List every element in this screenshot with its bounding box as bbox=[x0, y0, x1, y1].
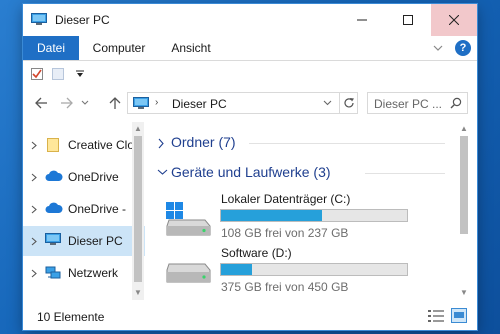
group-divider bbox=[365, 173, 445, 174]
navigation-scrollbar[interactable]: ▲ ▼ bbox=[132, 122, 144, 300]
breadcrumb[interactable]: Dieser PC bbox=[172, 97, 227, 111]
minimize-button[interactable] bbox=[339, 4, 385, 36]
search-input[interactable]: Dieser PC ... bbox=[374, 97, 442, 111]
maximize-icon bbox=[403, 15, 413, 25]
cloud-icon bbox=[45, 169, 63, 186]
tab-view[interactable]: Ansicht bbox=[163, 36, 219, 60]
sidebar-item-label: OneDrive bbox=[68, 170, 119, 184]
sidebar-item-label: Dieser PC bbox=[68, 234, 123, 248]
tab-file[interactable]: Datei bbox=[23, 36, 79, 60]
chevron-down-icon[interactable] bbox=[433, 44, 443, 52]
chevron-right-icon[interactable] bbox=[157, 138, 165, 149]
drive-item-d[interactable]: Software (D:) 375 GB frei von 450 GB bbox=[153, 246, 449, 298]
scroll-down-icon[interactable]: ▼ bbox=[134, 288, 142, 297]
title-bar[interactable]: Dieser PC bbox=[23, 4, 477, 36]
arrow-left-icon bbox=[35, 97, 47, 109]
help-button[interactable]: ? bbox=[455, 40, 471, 56]
arrow-up-icon bbox=[109, 97, 121, 109]
scroll-down-icon[interactable]: ▼ bbox=[460, 288, 468, 297]
breadcrumb-separator-icon[interactable]: › bbox=[155, 97, 158, 108]
drive-name: Software (D:) bbox=[221, 246, 292, 260]
computer-icon bbox=[45, 233, 61, 249]
close-icon bbox=[449, 15, 459, 25]
chevron-right-icon[interactable] bbox=[31, 235, 37, 249]
chevron-down-icon[interactable] bbox=[157, 168, 168, 176]
quick-access-toolbar bbox=[23, 61, 477, 87]
group-divider bbox=[249, 143, 445, 144]
up-button[interactable] bbox=[105, 94, 125, 112]
search-box[interactable]: Dieser PC ... bbox=[367, 92, 468, 114]
maximize-button[interactable] bbox=[385, 4, 431, 36]
back-button[interactable] bbox=[31, 94, 51, 112]
properties-icon[interactable] bbox=[30, 67, 44, 81]
group-header-devices[interactable]: Geräte und Laufwerke (3) bbox=[153, 162, 449, 186]
address-row: › Dieser PC Dieser PC ... bbox=[23, 88, 477, 118]
drive-usage-bar bbox=[220, 263, 408, 276]
scroll-up-icon[interactable]: ▲ bbox=[134, 124, 142, 133]
ribbon: Datei Computer Ansicht ? bbox=[23, 36, 477, 61]
sidebar-item-label: Netzwerk bbox=[68, 266, 119, 280]
chevron-right-icon[interactable] bbox=[31, 203, 37, 217]
sidebar-item-onedrive[interactable]: OneDrive bbox=[23, 162, 145, 192]
sidebar-item-this-pc[interactable]: Dieser PC bbox=[23, 226, 145, 256]
group-label: Geräte und Laufwerke (3) bbox=[171, 164, 331, 180]
customize-toolbar-icon[interactable] bbox=[75, 70, 85, 78]
folder-icon bbox=[45, 137, 61, 156]
sidebar-item-creative-cloud[interactable]: Creative Clo bbox=[23, 130, 145, 160]
chevron-right-icon[interactable] bbox=[31, 267, 37, 281]
group-header-folders[interactable]: Ordner (7) bbox=[153, 132, 449, 156]
sidebar-item-onedrive-business[interactable]: OneDrive - bbox=[23, 194, 145, 224]
drive-usage-fill bbox=[221, 210, 323, 221]
drive-free-space: 108 GB frei von 237 GB bbox=[221, 226, 349, 240]
drive-usage-fill bbox=[221, 264, 253, 275]
status-bar: 10 Elemente bbox=[23, 302, 477, 330]
navigation-pane: Creative Clo OneDrive OneDrive - Dieser … bbox=[23, 122, 145, 300]
close-button[interactable] bbox=[431, 4, 477, 36]
scroll-up-icon[interactable]: ▲ bbox=[460, 124, 468, 133]
arrow-right-icon bbox=[61, 97, 73, 109]
forward-button[interactable] bbox=[57, 94, 77, 112]
drive-name: Lokaler Datenträger (C:) bbox=[221, 192, 351, 206]
content-pane: Ordner (7) Geräte und Laufwerke (3) Loka… bbox=[153, 122, 449, 300]
chevron-right-icon[interactable] bbox=[31, 171, 37, 185]
file-explorer-window: Dieser PC Datei Computer Ansicht ? › Die… bbox=[23, 4, 477, 330]
address-bar[interactable]: › Dieser PC bbox=[127, 92, 358, 114]
sidebar-item-label: OneDrive - bbox=[68, 202, 127, 216]
windows-drive-icon bbox=[166, 202, 211, 236]
drive-usage-bar bbox=[220, 209, 408, 222]
recent-dropdown[interactable] bbox=[79, 94, 91, 112]
hard-drive-icon bbox=[166, 263, 211, 283]
chevron-down-icon bbox=[81, 100, 89, 105]
network-icon bbox=[45, 265, 61, 283]
cloud-icon bbox=[45, 201, 63, 218]
drive-free-space: 375 GB frei von 450 GB bbox=[221, 280, 349, 294]
refresh-button[interactable] bbox=[339, 92, 358, 114]
tab-computer[interactable]: Computer bbox=[83, 36, 155, 60]
window-title: Dieser PC bbox=[55, 13, 110, 27]
search-icon bbox=[450, 97, 462, 109]
item-count: 10 Elemente bbox=[37, 310, 105, 324]
minimize-icon bbox=[357, 19, 367, 21]
scrollbar-thumb[interactable] bbox=[134, 136, 142, 282]
new-folder-icon[interactable] bbox=[51, 67, 65, 81]
chevron-right-icon[interactable] bbox=[31, 139, 37, 153]
sidebar-item-network[interactable]: Netzwerk bbox=[23, 258, 145, 288]
scrollbar-thumb[interactable] bbox=[460, 136, 468, 234]
refresh-icon bbox=[343, 98, 354, 108]
computer-icon bbox=[133, 97, 149, 109]
tiles-view-icon[interactable] bbox=[451, 308, 467, 323]
details-view-icon[interactable] bbox=[428, 310, 444, 322]
computer-icon bbox=[31, 13, 47, 25]
chevron-down-icon[interactable] bbox=[323, 98, 332, 107]
sidebar-item-label: Creative Clo bbox=[68, 138, 135, 152]
content-scrollbar[interactable]: ▲ ▼ bbox=[457, 122, 471, 300]
drive-item-c[interactable]: Lokaler Datenträger (C:) 108 GB frei von… bbox=[153, 192, 449, 244]
group-label: Ordner (7) bbox=[171, 134, 236, 150]
